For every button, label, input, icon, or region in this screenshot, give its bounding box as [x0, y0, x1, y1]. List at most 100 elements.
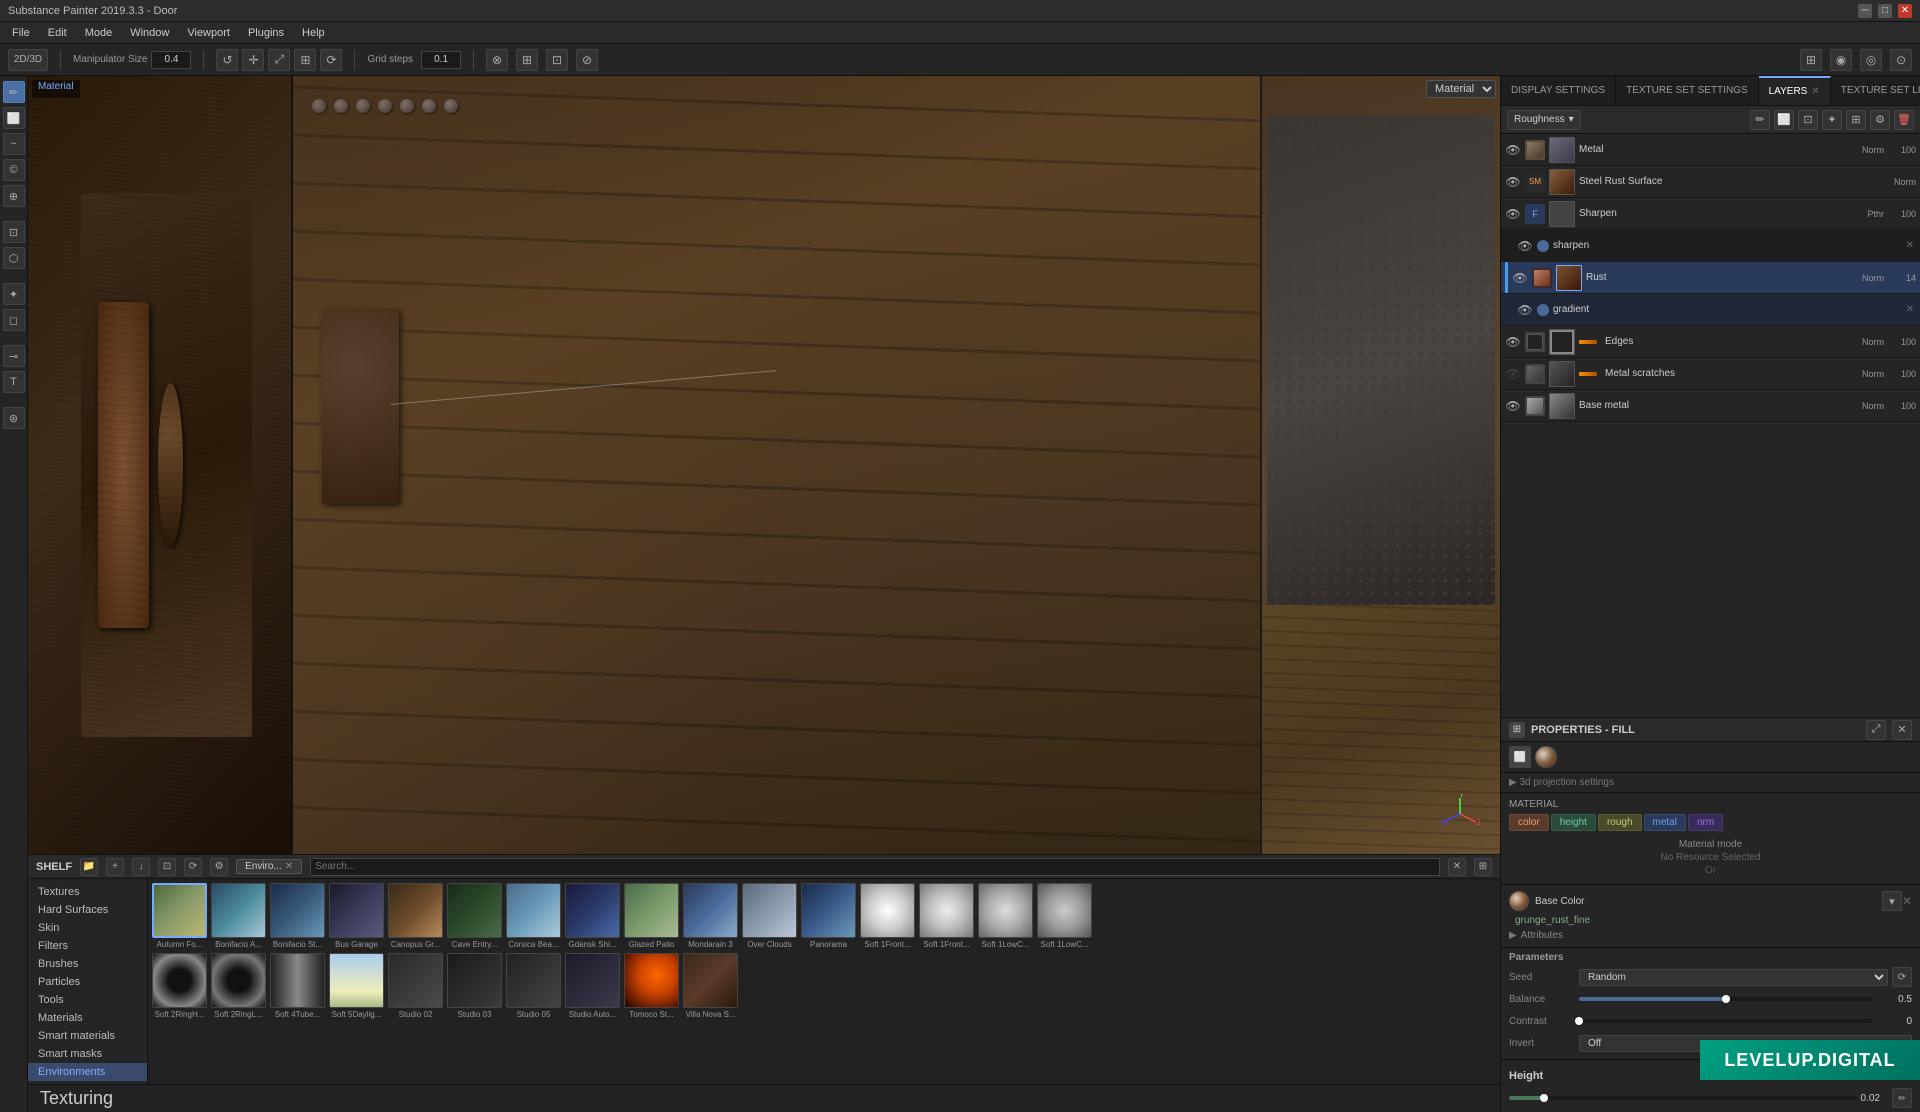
toolbar-extra-3[interactable]: ⊡ [546, 49, 568, 71]
shelf-item-studioauto[interactable]: Studio Auto... [565, 953, 620, 1019]
shelf-item-soft4tube[interactable]: Soft 4Tube... [270, 953, 325, 1019]
attributes-row[interactable]: ▶ Attributes [1509, 928, 1912, 943]
seed-refresh-icon[interactable]: ⟳ [1892, 967, 1912, 987]
balance-slider[interactable] [1579, 997, 1872, 1001]
shelf-item-studio05[interactable]: Studio 05 [506, 953, 561, 1019]
shelf-item-gdansk[interactable]: Gdansk Shi... [565, 883, 620, 949]
tool-measure[interactable]: ⊸ [3, 345, 25, 367]
shelf-item-panorama[interactable]: Panorama [801, 883, 856, 949]
shelf-item-studio02[interactable]: Studio 02 [388, 953, 443, 1019]
contrast-thumb[interactable] [1575, 1017, 1583, 1025]
shelf-item-bonifacio-st[interactable]: Bonifacio St... [270, 883, 325, 949]
shelf-cat-textures[interactable]: Textures [28, 883, 147, 901]
tab-layers[interactable]: LAYERS ✕ [1759, 76, 1831, 105]
layer-eye-rust[interactable]: 👁 [1512, 270, 1528, 286]
shelf-cat-materials[interactable]: Materials [28, 1009, 147, 1027]
shelf-cat-environments[interactable]: Environments [28, 1063, 147, 1081]
layer-row-steel-rust[interactable]: 👁 SM Steel Rust Surface Norm [1501, 166, 1920, 198]
layer-eye-gradient[interactable]: 👁 [1517, 302, 1533, 318]
shelf-cat-hard-surfaces[interactable]: Hard Surfaces [28, 901, 147, 919]
tool-smudge[interactable]: ~ [3, 133, 25, 155]
toolbar-mode-btn[interactable]: 2D/3D [8, 49, 48, 71]
shelf-cat-particles[interactable]: Particles [28, 973, 147, 991]
menu-help[interactable]: Help [294, 25, 333, 41]
tab-display-settings[interactable]: DISPLAY SETTINGS [1501, 76, 1616, 105]
height-slider[interactable] [1509, 1096, 1857, 1100]
shelf-item-glazed[interactable]: Glazed Patio [624, 883, 679, 949]
shelf-filter-btn[interactable]: ⊡ [158, 858, 176, 876]
menu-file[interactable]: File [4, 25, 38, 41]
shelf-item-studio03[interactable]: Studio 03 [447, 953, 502, 1019]
shelf-cat-brushes[interactable]: Brushes [28, 955, 147, 973]
close-button[interactable]: ✕ [1898, 4, 1912, 18]
channel-color-btn[interactable]: color [1509, 814, 1549, 831]
layer-row-rust[interactable]: 👁 Rust Norm 14 [1501, 262, 1920, 294]
shelf-item-canopus[interactable]: Canopus Gr... [388, 883, 443, 949]
toolbar-extra-1[interactable]: ⊗ [486, 49, 508, 71]
layer-eye-steel-rust[interactable]: 👁 [1505, 174, 1521, 190]
attributes-expand-icon[interactable]: ▶ [1509, 930, 1517, 941]
zoom-btn[interactable]: ⤢ [268, 49, 290, 71]
toolbar-right-2[interactable]: ◉ [1830, 49, 1852, 71]
toolbar-extra-2[interactable]: ⊞ [516, 49, 538, 71]
toolbar-right-3[interactable]: ◎ [1860, 49, 1882, 71]
shelf-import-btn[interactable]: ↓ [132, 858, 150, 876]
layer-eye-base-metal[interactable]: 👁 [1505, 398, 1521, 414]
height-thumb[interactable] [1540, 1094, 1548, 1102]
props-expand-btn[interactable]: ⤢ [1866, 720, 1886, 740]
manipulator-input[interactable] [151, 51, 191, 69]
shelf-search-clear[interactable]: ✕ [1448, 858, 1466, 876]
shelf-item-cave[interactable]: Cave Entry... [447, 883, 502, 949]
shelf-item-soft2ringb[interactable]: Soft 2RingL... [211, 953, 266, 1019]
shelf-cat-smart-materials[interactable]: Smart materials [28, 1027, 147, 1045]
channel-rough-btn[interactable]: rough [1598, 814, 1642, 831]
shelf-item-bus-garage[interactable]: Bus Garage [329, 883, 384, 949]
tool-polygon[interactable]: ⬡ [3, 247, 25, 269]
menu-mode[interactable]: Mode [77, 25, 121, 41]
menu-plugins[interactable]: Plugins [240, 25, 292, 41]
channel-nrm-btn[interactable]: nrm [1688, 814, 1723, 831]
layer-row-metal[interactable]: 👁 Metal Norm 100 [1501, 134, 1920, 166]
tool-picker[interactable]: ✦ [3, 283, 25, 305]
layer-eye-sharpen[interactable]: 👁 [1505, 206, 1521, 222]
add-mask-btn[interactable]: ⊡ [1798, 110, 1818, 130]
tool-erase[interactable]: ◻ [3, 309, 25, 331]
tool-selection[interactable]: ⊡ [3, 221, 25, 243]
base-color-close-btn[interactable]: ✕ [1902, 894, 1912, 908]
seed-select[interactable]: Random [1579, 969, 1888, 986]
3d-projection-toggle[interactable]: ▶ 3d projection settings [1501, 773, 1920, 793]
menu-window[interactable]: Window [122, 25, 177, 41]
shelf-cat-smart-masks[interactable]: Smart masks [28, 1045, 147, 1063]
maximize-button[interactable]: □ [1878, 4, 1892, 18]
shelf-item-bonifacio-a[interactable]: Bonifacio A... [211, 883, 266, 949]
tab-layers-close[interactable]: ✕ [1811, 86, 1819, 97]
shelf-new-btn[interactable]: + [106, 858, 124, 876]
viewport[interactable]: Material Material alamy [28, 76, 1500, 854]
reset-btn[interactable]: ⟳ [320, 49, 342, 71]
layer-row-base-metal[interactable]: 👁 Base metal Norm 100 [1501, 390, 1920, 422]
layer-eye-metal[interactable]: 👁 [1505, 142, 1521, 158]
shelf-tab-enviro[interactable]: Enviro... ✕ [236, 859, 302, 874]
minimize-button[interactable]: ─ [1858, 4, 1872, 18]
layer-eye-sharpen-fx[interactable]: 👁 [1517, 238, 1533, 254]
shelf-item-soft1front-b[interactable]: Soft 1Front... [919, 883, 974, 949]
shelf-item-autumn[interactable]: Autumn Fo... [152, 883, 207, 949]
menu-viewport[interactable]: Viewport [179, 25, 238, 41]
layer-row-gradient-fx[interactable]: 👁 gradient ✕ [1501, 294, 1920, 326]
layer-row-sharpen[interactable]: 👁 F Sharpen Pthr 100 [1501, 198, 1920, 230]
tool-fill[interactable]: ⬜ [3, 107, 25, 129]
shelf-search-input[interactable] [310, 858, 1440, 876]
menu-edit[interactable]: Edit [40, 25, 75, 41]
tool-text[interactable]: T [3, 371, 25, 393]
shelf-item-overclouds[interactable]: Over Clouds [742, 883, 797, 949]
layer-eye-edges[interactable]: 👁 [1505, 334, 1521, 350]
roughness-dropdown[interactable]: Roughness ▾ [1507, 110, 1581, 130]
layer-row-edges[interactable]: 👁 Edges Norm 100 [1501, 326, 1920, 358]
shelf-grid-toggle[interactable]: ⊞ [1474, 858, 1492, 876]
snap-btn[interactable]: ⊞ [294, 49, 316, 71]
layer-row-metal-scratches[interactable]: 👁 Metal scratches Norm 100 [1501, 358, 1920, 390]
shelf-item-soft5daylight[interactable]: Soft 5Daylig... [329, 953, 384, 1019]
layer-row-sharpen-effect[interactable]: 👁 sharpen ✕ [1501, 230, 1920, 262]
tab-texture-set-list[interactable]: TEXTURE SET LIST [1831, 76, 1920, 105]
material-2d-icon[interactable]: ⬜ [1509, 746, 1531, 768]
